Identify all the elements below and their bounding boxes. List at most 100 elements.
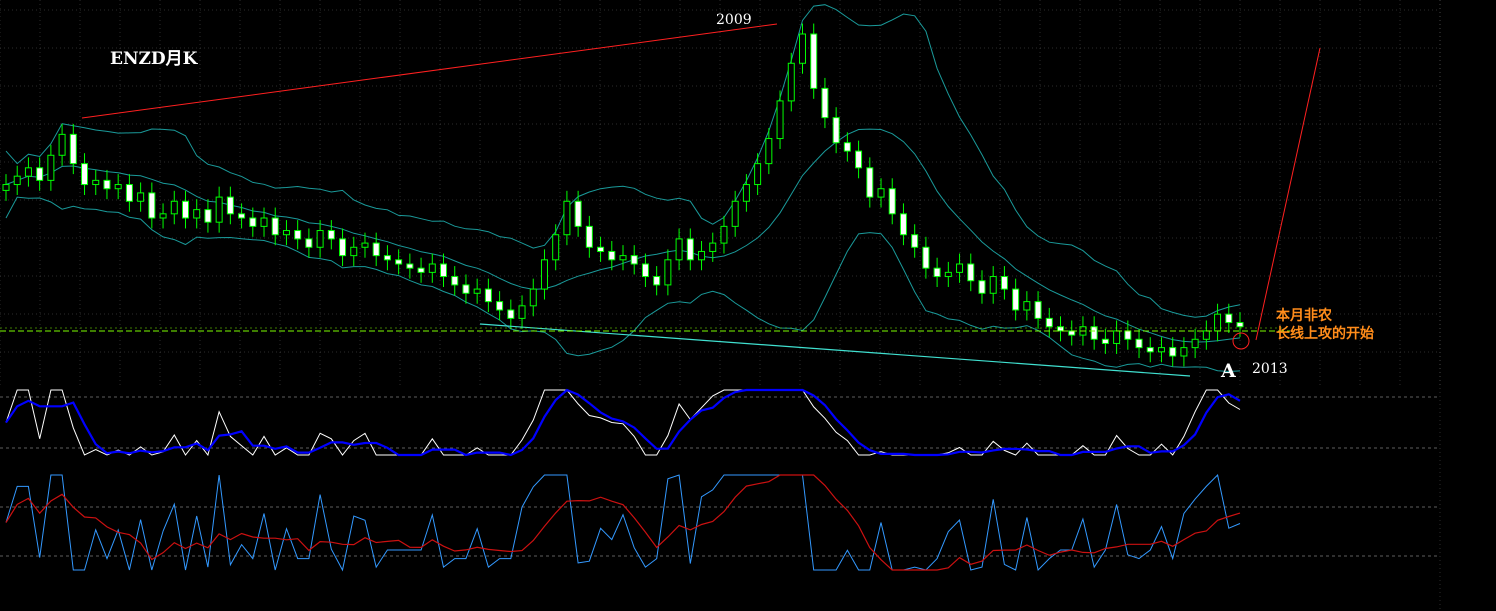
candle-body [395,259,403,265]
candle-body [899,213,907,236]
candle-body [731,200,739,227]
candle-body [13,175,21,186]
candle-body [249,217,257,227]
forex-monthly-chart: ENZD月K 2009 2013 A 本月非农 长线上攻的开始 [0,0,1496,611]
candle-body [989,276,997,294]
candle-body [137,192,145,202]
candle-body [574,200,582,227]
candle-body [383,255,391,261]
candle-body [866,167,874,198]
candle-body [776,100,784,140]
candle-body [653,276,661,286]
candle-body [742,184,750,202]
candle-body [238,213,246,219]
candle-body [103,179,111,190]
candle-body [339,238,347,257]
candle-body [1124,330,1132,340]
candle-body [294,230,302,240]
candle-body [641,263,649,278]
candle-body [675,238,683,261]
candle-body [204,209,212,223]
candle-body [944,271,952,278]
label-point-a: A [1220,360,1236,382]
candle-body [798,33,806,64]
candle-body [597,246,605,252]
candle-body [978,280,986,294]
candle-body [1090,326,1098,340]
candle-body [877,188,885,198]
candle-body [226,196,234,215]
candle-body [159,213,167,219]
candle-body [1146,347,1154,353]
candle-body [1180,347,1188,357]
candle-body [36,167,44,181]
candle-body [608,250,616,261]
candle-body [428,263,436,273]
note-line-2: 长线上攻的开始 [1276,325,1374,342]
candle-body [1202,330,1210,340]
candle-body [305,238,313,248]
candle-body [406,263,414,269]
candle-body [47,154,55,181]
candle-body [922,246,930,269]
candle-body [170,200,178,215]
candle-body [327,230,335,240]
candle-body [2,184,10,191]
candle-body [1012,288,1020,311]
candle-body [271,217,279,236]
note-line-1: 本月非农 [1276,307,1333,324]
candle-body [1236,322,1244,328]
candle-body [193,209,201,219]
candle-body [619,255,627,261]
candle-body [440,263,448,278]
candle-body [754,163,762,186]
candle-body [540,259,548,290]
candle-body [1135,338,1143,349]
candle-body [92,179,100,186]
candle-body [462,284,470,294]
candle-body [765,138,773,165]
candle-body [81,163,89,186]
candle-body [1169,347,1177,357]
candle-body [1113,330,1121,344]
candle-body [417,267,425,273]
candle-body [350,246,358,257]
candle-body [821,87,829,119]
candle-body [664,259,672,286]
candle-body [843,142,851,152]
candle-body [215,196,223,223]
candle-body [585,225,593,248]
candle-body [787,62,795,102]
candle-body [473,288,481,294]
candle-body [855,150,863,169]
candle-body [832,117,840,144]
candle-body [956,263,964,273]
candle-body [630,255,638,265]
candle-body [810,33,818,89]
candle-body [1214,313,1222,332]
candle-body [1191,338,1199,349]
candle-body [529,288,537,307]
label-2009: 2009 [716,12,752,28]
candle-body [316,230,324,248]
candle-body [148,192,156,219]
candle-body [720,225,728,244]
candle-body [1057,326,1065,332]
candle-body [372,242,380,257]
candle-body [911,234,919,248]
candle-body [58,133,66,156]
candle-body [507,309,515,319]
candle-body [451,276,459,286]
candle-body [698,250,706,261]
candle-body [563,200,571,236]
candle-body [1023,301,1031,311]
candle-body [888,188,896,215]
candle-body [361,242,369,248]
candle-body [686,238,694,261]
candle-body [69,133,77,165]
candle-body [1000,276,1008,290]
candle-body [967,263,975,282]
chart-title: ENZD月K [110,49,199,69]
candle-body [125,184,133,202]
candle-body [933,267,941,278]
